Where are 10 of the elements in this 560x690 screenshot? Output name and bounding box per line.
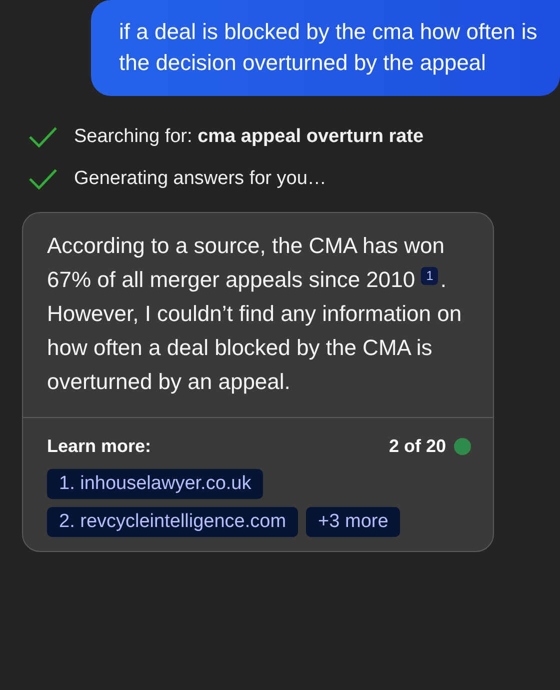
more-sources-link[interactable]: +3 more: [306, 507, 400, 537]
step-text: Searching for: cma appeal overturn rate: [74, 126, 424, 148]
user-message: if a deal is blocked by the cma how often is the decision overturned by the appeal: [91, 0, 560, 96]
learn-more-label: Learn more:: [47, 436, 152, 457]
page-count: 2 of 20: [388, 436, 446, 457]
citation-link[interactable]: 1: [421, 267, 438, 285]
source-link[interactable]: 1. inhouselawyer.co.uk: [47, 469, 264, 499]
source-link[interactable]: 2. revcycleintelligence.com: [47, 507, 298, 537]
step-text: Generating answers for you…: [74, 168, 326, 190]
answer-text: According to a source, the CMA has won 67% of all merger appeals since 2010 1 . However, I couldn’t find any information on how often a deal blocked by the CMA is overturned by an appeal.: [46, 232, 463, 396]
